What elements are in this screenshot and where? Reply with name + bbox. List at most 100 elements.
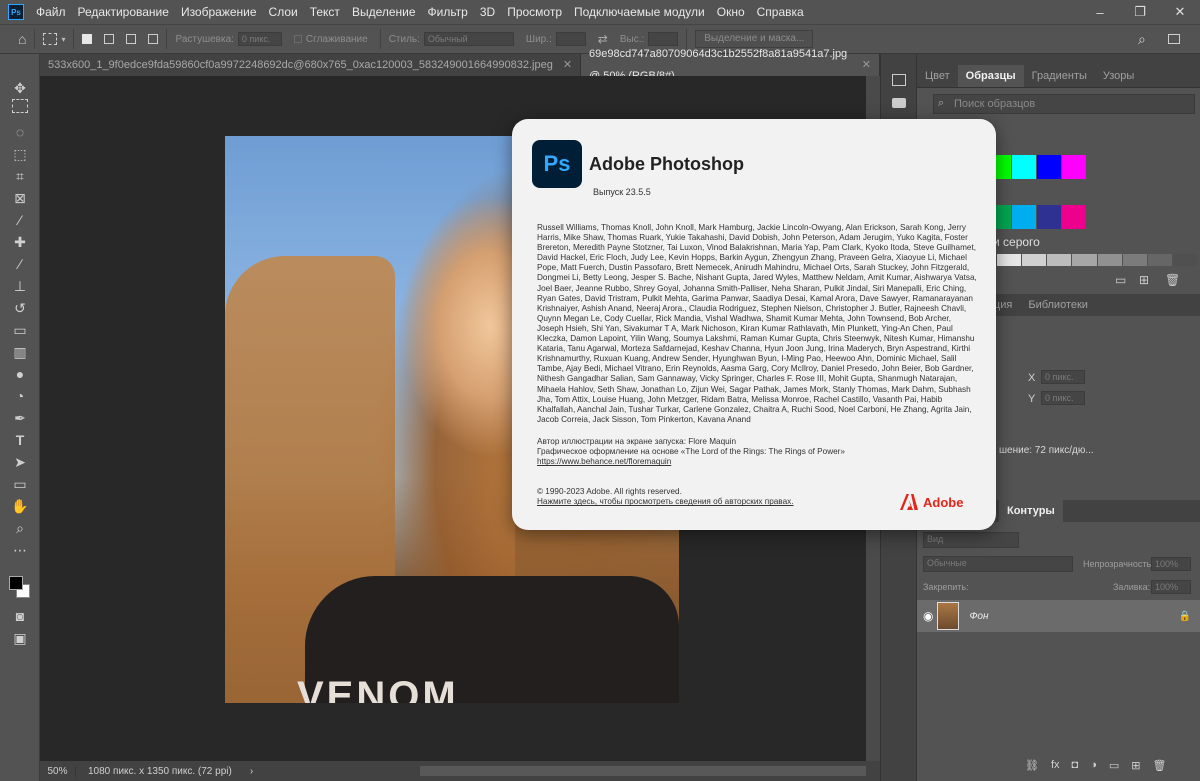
antialias-checkbox[interactable]	[293, 35, 302, 43]
pen-tool-icon[interactable]: ✒	[10, 408, 30, 428]
history-panel-icon[interactable]	[892, 74, 906, 86]
delete-layer-icon[interactable]: 🗑	[1152, 759, 1166, 772]
new-selection-icon[interactable]	[82, 34, 93, 44]
stamp-tool-icon[interactable]: ⊥	[10, 276, 30, 296]
search-icon[interactable]: ⌕	[1138, 31, 1146, 48]
swatch-indigo[interactable]	[1037, 205, 1061, 229]
swatch-cyan[interactable]	[1012, 155, 1036, 179]
new-group-icon[interactable]: ▭	[1115, 273, 1126, 287]
opacity-input[interactable]: 100%	[1151, 557, 1191, 571]
tab-paths[interactable]: Контуры	[999, 500, 1063, 522]
crop-tool-icon[interactable]: ⌗	[10, 166, 30, 186]
subtract-selection-icon[interactable]	[126, 34, 137, 44]
more-tools-icon[interactable]: ⋯	[10, 540, 30, 560]
swatch-sky[interactable]	[1012, 205, 1036, 229]
swatch-search-input[interactable]: Поиск образцов	[933, 94, 1195, 114]
menu-image[interactable]: Изображение	[175, 0, 263, 24]
swatch-magenta[interactable]	[1062, 155, 1086, 179]
add-selection-icon[interactable]	[104, 34, 115, 44]
hand-tool-icon[interactable]: ✋	[10, 496, 30, 516]
dodge-tool-icon[interactable]: ◔	[10, 386, 30, 406]
x-input[interactable]: 0 пикс.	[1041, 370, 1085, 384]
menu-filter[interactable]: Фильтр	[422, 0, 474, 24]
style-select[interactable]: Обычный	[423, 32, 514, 46]
tab-color[interactable]: Цвет	[917, 65, 958, 87]
move-tool-icon[interactable]: ✥	[10, 78, 30, 98]
behance-link[interactable]: https://www.behance.net/floremaquin	[537, 457, 845, 467]
minimize-button[interactable]: –	[1080, 0, 1120, 24]
feather-input[interactable]: 0 пикс.	[237, 32, 282, 46]
swatch-pink[interactable]	[1062, 205, 1086, 229]
new-swatch-icon[interactable]: ⊞	[1139, 273, 1149, 287]
brush-tool-icon[interactable]: ∕	[10, 254, 30, 274]
screen-mode-icon[interactable]: ▣	[10, 628, 30, 648]
tab-libraries[interactable]: Библиотеки	[1020, 294, 1096, 316]
document-info[interactable]: 1080 пикс. x 1350 пикс. (72 ppi)	[88, 766, 232, 777]
gradient-tool-icon[interactable]: ▥	[10, 342, 30, 362]
tab-patterns[interactable]: Узоры	[1095, 65, 1142, 87]
close-window-button[interactable]: ✕	[1160, 0, 1200, 24]
tab-gradients[interactable]: Градиенты	[1024, 65, 1095, 87]
tab-document-2[interactable]: 69e98cd747a80709064d3c1b2552f8a81a9541a7…	[581, 48, 880, 82]
gray-swatch-row[interactable]	[997, 254, 1197, 266]
tab-document-1[interactable]: 533x600_1_9f0edce9fda59860cf0a9972248692…	[40, 54, 582, 76]
about-dialog[interactable]: Ps Adobe Photoshop Выпуск 23.5.5 Russell…	[512, 119, 996, 530]
menu-edit[interactable]: Редактирование	[72, 0, 175, 24]
restore-button[interactable]: ❐	[1120, 0, 1160, 24]
intersect-selection-icon[interactable]	[148, 34, 159, 44]
menu-plugins[interactable]: Подключаемые модули	[568, 0, 711, 24]
marquee-preset-icon[interactable]	[43, 33, 58, 45]
gray-group-label[interactable]: и серого	[993, 235, 1040, 249]
fx-icon[interactable]: fx	[1051, 759, 1060, 772]
menu-help[interactable]: Справка	[751, 0, 810, 24]
path-select-tool-icon[interactable]: ➤	[10, 452, 30, 472]
menu-view[interactable]: Просмотр	[501, 0, 568, 24]
new-layer-icon[interactable]: ⊞	[1131, 759, 1140, 772]
home-icon[interactable]: ⌂	[18, 31, 26, 47]
delete-icon[interactable]: 🗑	[1165, 273, 1180, 287]
marquee-tool-icon[interactable]	[12, 99, 28, 113]
chevron-down-icon[interactable]: ▾	[61, 35, 65, 44]
healing-tool-icon[interactable]: ✚	[10, 232, 30, 252]
blend-mode-select[interactable]: Обычные	[923, 556, 1073, 572]
zoom-tool-icon[interactable]: ⌕	[10, 518, 30, 538]
close-icon[interactable]: ✕	[862, 54, 871, 76]
close-icon[interactable]: ✕	[563, 54, 572, 76]
workspace-icon[interactable]	[1168, 34, 1180, 44]
comments-panel-icon[interactable]	[892, 98, 906, 108]
y-input[interactable]: 0 пикс.	[1041, 391, 1085, 405]
menu-layers[interactable]: Слои	[263, 0, 304, 24]
menu-select[interactable]: Выделение	[346, 0, 422, 24]
adjustment-layer-icon[interactable]: ◑	[1090, 759, 1097, 772]
swatch-blue[interactable]	[1037, 155, 1061, 179]
layer-row-background[interactable]: ◉ Фон 🔒	[917, 600, 1200, 632]
menu-3d[interactable]: 3D	[474, 0, 501, 24]
horizontal-scrollbar[interactable]	[420, 766, 866, 776]
layer-mask-icon[interactable]: ◘	[1072, 759, 1079, 772]
tab-swatches[interactable]: Образцы	[957, 65, 1024, 87]
status-arrow-icon[interactable]: ›	[250, 766, 253, 777]
fill-input[interactable]: 100%	[1151, 580, 1191, 594]
quick-mask-icon[interactable]: ◙	[10, 606, 30, 626]
frame-tool-icon[interactable]: ⊠	[10, 188, 30, 208]
menu-type[interactable]: Текст	[304, 0, 346, 24]
layer-name[interactable]: Фон	[969, 611, 988, 622]
new-group-icon[interactable]: ▭	[1109, 759, 1119, 772]
menu-file[interactable]: Файл	[30, 0, 72, 24]
history-brush-tool-icon[interactable]: ↺	[10, 298, 30, 318]
object-select-tool-icon[interactable]: ⬚	[10, 144, 30, 164]
menu-window[interactable]: Окно	[711, 0, 751, 24]
type-tool-icon[interactable]: T	[10, 430, 30, 450]
link-layers-icon[interactable]: ⛓	[1025, 759, 1039, 772]
visibility-eye-icon[interactable]: ◉	[923, 609, 933, 623]
zoom-level[interactable]: 50%	[40, 765, 76, 777]
foreground-color-swatch[interactable]	[9, 576, 23, 590]
lasso-tool-icon[interactable]: ◌	[10, 122, 30, 142]
legal-notices-link[interactable]: Нажмите здесь, чтобы просмотреть сведени…	[537, 497, 794, 507]
rectangle-tool-icon[interactable]: ▭	[10, 474, 30, 494]
blur-tool-icon[interactable]: ●	[10, 364, 30, 384]
width-input[interactable]	[555, 32, 586, 46]
eyedropper-tool-icon[interactable]: ⁄	[10, 210, 30, 230]
eraser-tool-icon[interactable]: ▭	[10, 320, 30, 340]
layer-kind-filter[interactable]: Вид	[923, 532, 1019, 548]
